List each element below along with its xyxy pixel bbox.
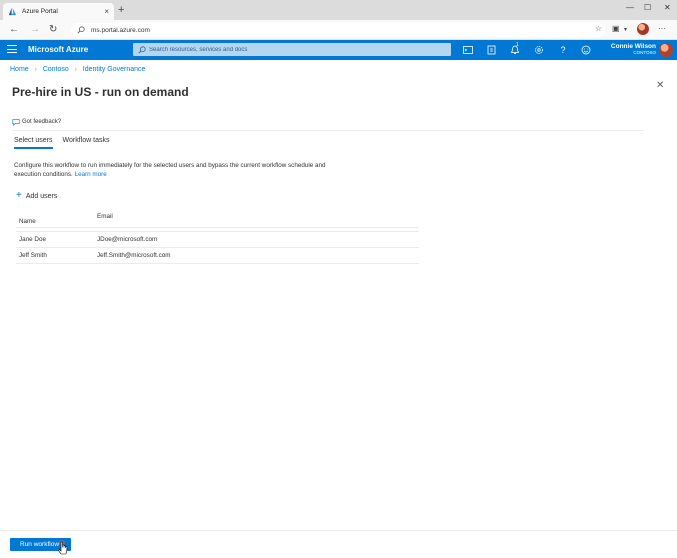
azure-logo-icon [8,7,17,16]
new-tab-icon[interactable]: + [118,4,124,16]
tab-workflow-tasks[interactable]: Workflow tasks [63,137,110,149]
mouse-cursor-icon [58,540,68,555]
breadcrumb-identity-governance[interactable]: Identity Governance [83,66,146,73]
table-row[interactable]: Jeff Smith Jeff.Smith@microsoft.com [16,248,419,264]
feedback-icon [12,119,20,126]
azure-header: Microsoft Azure ? [0,40,677,60]
user-avatar[interactable] [659,43,673,57]
page-title: Pre-hire in US - run on demand [12,85,189,99]
feedback-smiley-icon[interactable] [580,44,592,56]
chevron-down-icon[interactable]: ▾ [624,26,627,33]
close-tab-icon[interactable]: × [104,7,109,16]
breadcrumb: Home › Contoso › Identity Governance [10,66,145,73]
breadcrumb-contoso[interactable]: Contoso [43,66,69,73]
maximize-icon[interactable]: ☐ [644,3,651,12]
search-icon [77,26,85,34]
browser-tab-bar: Azure Portal × + — ☐ ✕ [0,0,677,20]
add-users-button[interactable]: + Add users [16,191,57,201]
search-icon [138,45,146,53]
search-input[interactable] [149,46,429,53]
azure-brand[interactable]: Microsoft Azure [28,45,88,54]
user-email-cell: Jeff.Smith@microsoft.com [97,252,171,259]
browser-tab-azure-portal[interactable]: Azure Portal × [3,3,114,20]
global-search-box[interactable] [133,43,451,56]
forward-icon[interactable]: → [30,23,40,37]
hamburger-menu-icon[interactable] [7,45,17,54]
tab-select-users[interactable]: Select users [14,137,53,149]
chevron-right-icon: › [74,66,77,73]
directory-filter-icon[interactable] [486,44,498,56]
user-name: Connie Wilson [610,43,656,50]
url-text: ms.portal.azure.com [91,26,150,34]
got-feedback-label: Got feedback? [22,119,62,125]
user-tenant: CONTOSO [633,50,656,55]
url-field[interactable]: ms.portal.azure.com ☆ [71,23,605,37]
table-row[interactable]: Jane Doe JDoe@microsoft.com [16,232,419,248]
tab-list: Select users Workflow tasks [14,137,119,149]
footer-divider [0,530,677,531]
more-options-icon[interactable]: ··· [658,24,666,33]
user-account[interactable]: Connie Wilson CONTOSO [600,43,656,55]
cloud-shell-icon[interactable] [462,44,474,56]
collections-icon[interactable]: ▣ [612,24,620,33]
description: Configure this workflow to run immediate… [14,161,344,179]
chevron-right-icon: › [34,66,37,73]
close-icon[interactable]: ✕ [656,80,664,91]
column-header-name[interactable]: Name [16,212,97,225]
browser-profile-avatar[interactable] [637,23,649,35]
column-header-email[interactable]: Email [97,213,419,224]
back-icon[interactable]: ← [9,23,19,37]
divider [12,130,644,131]
table-header-row: Name Email [16,210,419,228]
notification-badge: 1 [516,42,519,48]
refresh-icon[interactable]: ↻ [49,23,57,37]
notifications-bell-icon[interactable] [509,44,521,56]
user-name-cell: Jane Doe [19,236,46,243]
user-email-cell: JDoe@microsoft.com [97,236,158,243]
browser-tab-title: Azure Portal [22,8,58,15]
browser-address-bar: ← → ↻ ms.portal.azure.com ☆ ▣ ▾ ··· [0,20,677,40]
close-window-icon[interactable]: ✕ [664,3,671,12]
add-users-label: Add users [25,192,58,200]
help-icon[interactable]: ? [557,44,569,56]
learn-more-link[interactable]: Learn more [75,171,107,178]
plus-icon: + [16,190,22,201]
users-table: Name Email Jane Doe JDoe@microsoft.com J… [16,210,419,264]
user-name-cell: Jeff Smith [19,252,47,259]
breadcrumb-home[interactable]: Home [10,66,29,73]
favorites-icon[interactable]: ☆ [595,24,602,33]
description-text: Configure this workflow to run immediate… [14,162,326,178]
minimize-icon[interactable]: — [626,3,634,12]
settings-gear-icon[interactable] [533,44,545,56]
got-feedback-link[interactable]: Got feedback? [12,118,61,126]
